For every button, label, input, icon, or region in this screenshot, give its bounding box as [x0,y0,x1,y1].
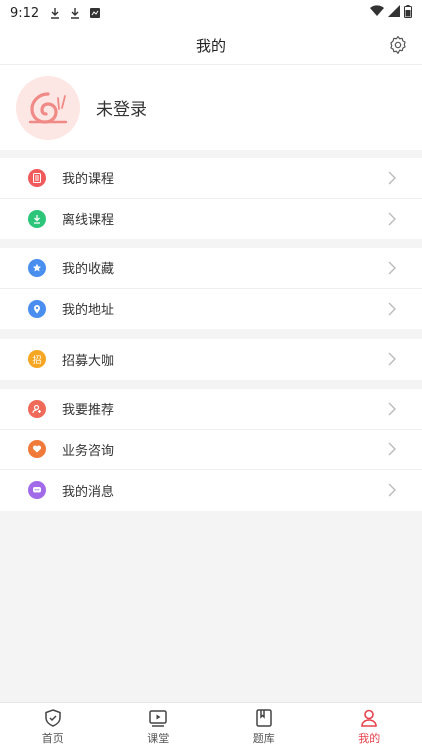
signal-icon [388,5,400,21]
battery-icon [404,4,412,22]
menu-group-courses: 我的课程 离线课程 [0,158,422,239]
menu-item-my-messages[interactable]: 我的消息 [0,470,422,511]
chevron-right-icon [388,352,396,366]
menu-item-label: 我的消息 [62,484,115,500]
recommend-icon [28,399,46,418]
tab-label: 首页 [41,731,64,745]
chevron-right-icon [388,261,396,275]
menu-item-label: 我的地址 [62,303,115,319]
user-icon [361,709,378,727]
menu-item-recruit-experts[interactable]: 招 招募大咖 [0,339,422,380]
location-icon [28,299,46,318]
page-title: 我的 [195,36,226,55]
menu-item-my-courses[interactable]: 我的课程 [0,158,422,199]
book-icon [256,708,272,727]
message-icon [28,481,46,500]
menu-item-label: 我的课程 [62,172,115,188]
menu-item-my-favorites[interactable]: 我的收藏 [0,248,422,289]
tab-mine[interactable]: 我的 [317,703,422,750]
login-status-text[interactable]: 未登录 [96,95,147,120]
snail-logo-icon [28,91,68,124]
chevron-right-icon [388,442,396,456]
recruit-icon-glyph: 招 [32,355,42,366]
menu-item-label: 我要推荐 [62,403,115,419]
star-icon [28,258,46,277]
status-time: 9:12 [10,5,40,21]
status-bar: 9:12 [0,0,422,26]
download-notification-icon [69,7,81,19]
bottom-tab-bar: 首页 课堂 题库 我的 [0,702,422,750]
consult-icon [28,440,46,459]
tab-label: 我的 [358,731,381,745]
tab-label: 课堂 [147,731,170,745]
menu-item-label: 我的收藏 [62,262,115,278]
chevron-right-icon [388,171,396,185]
recruit-icon: 招 [28,350,46,369]
tab-label: 题库 [252,731,275,745]
tab-question-bank[interactable]: 题库 [211,703,317,750]
menu-item-recommend[interactable]: 我要推荐 [0,389,422,430]
menu-item-label: 招募大咖 [62,353,115,369]
app-notification-icon [89,7,101,19]
menu-item-my-address[interactable]: 我的地址 [0,289,422,330]
settings-button[interactable] [386,33,410,57]
download-notification-icon [49,7,61,19]
gear-icon [390,36,406,54]
chevron-right-icon [388,212,396,226]
profile-card[interactable]: 未登录 [0,64,422,150]
menu-group-personal: 我的收藏 我的地址 [0,248,422,329]
menu-item-offline-courses[interactable]: 离线课程 [0,199,422,240]
chevron-right-icon [388,302,396,316]
chevron-right-icon [388,402,396,416]
home-shield-icon [45,708,61,727]
top-nav-bar: 我的 [0,26,422,64]
menu-item-label: 业务咨询 [62,443,115,459]
tab-home[interactable]: 首页 [0,703,106,750]
menu-group-recruit: 招 招募大咖 [0,339,422,380]
avatar[interactable] [16,75,80,140]
chevron-right-icon [388,483,396,497]
menu-group-services: 我要推荐 业务咨询 我的消息 [0,389,422,511]
course-icon [28,168,46,187]
menu-item-label: 离线课程 [62,213,115,229]
tab-classroom[interactable]: 课堂 [106,703,212,750]
video-play-icon [149,709,167,727]
wifi-icon [370,5,384,21]
menu-item-business-consult[interactable]: 业务咨询 [0,430,422,470]
download-icon [28,209,46,228]
